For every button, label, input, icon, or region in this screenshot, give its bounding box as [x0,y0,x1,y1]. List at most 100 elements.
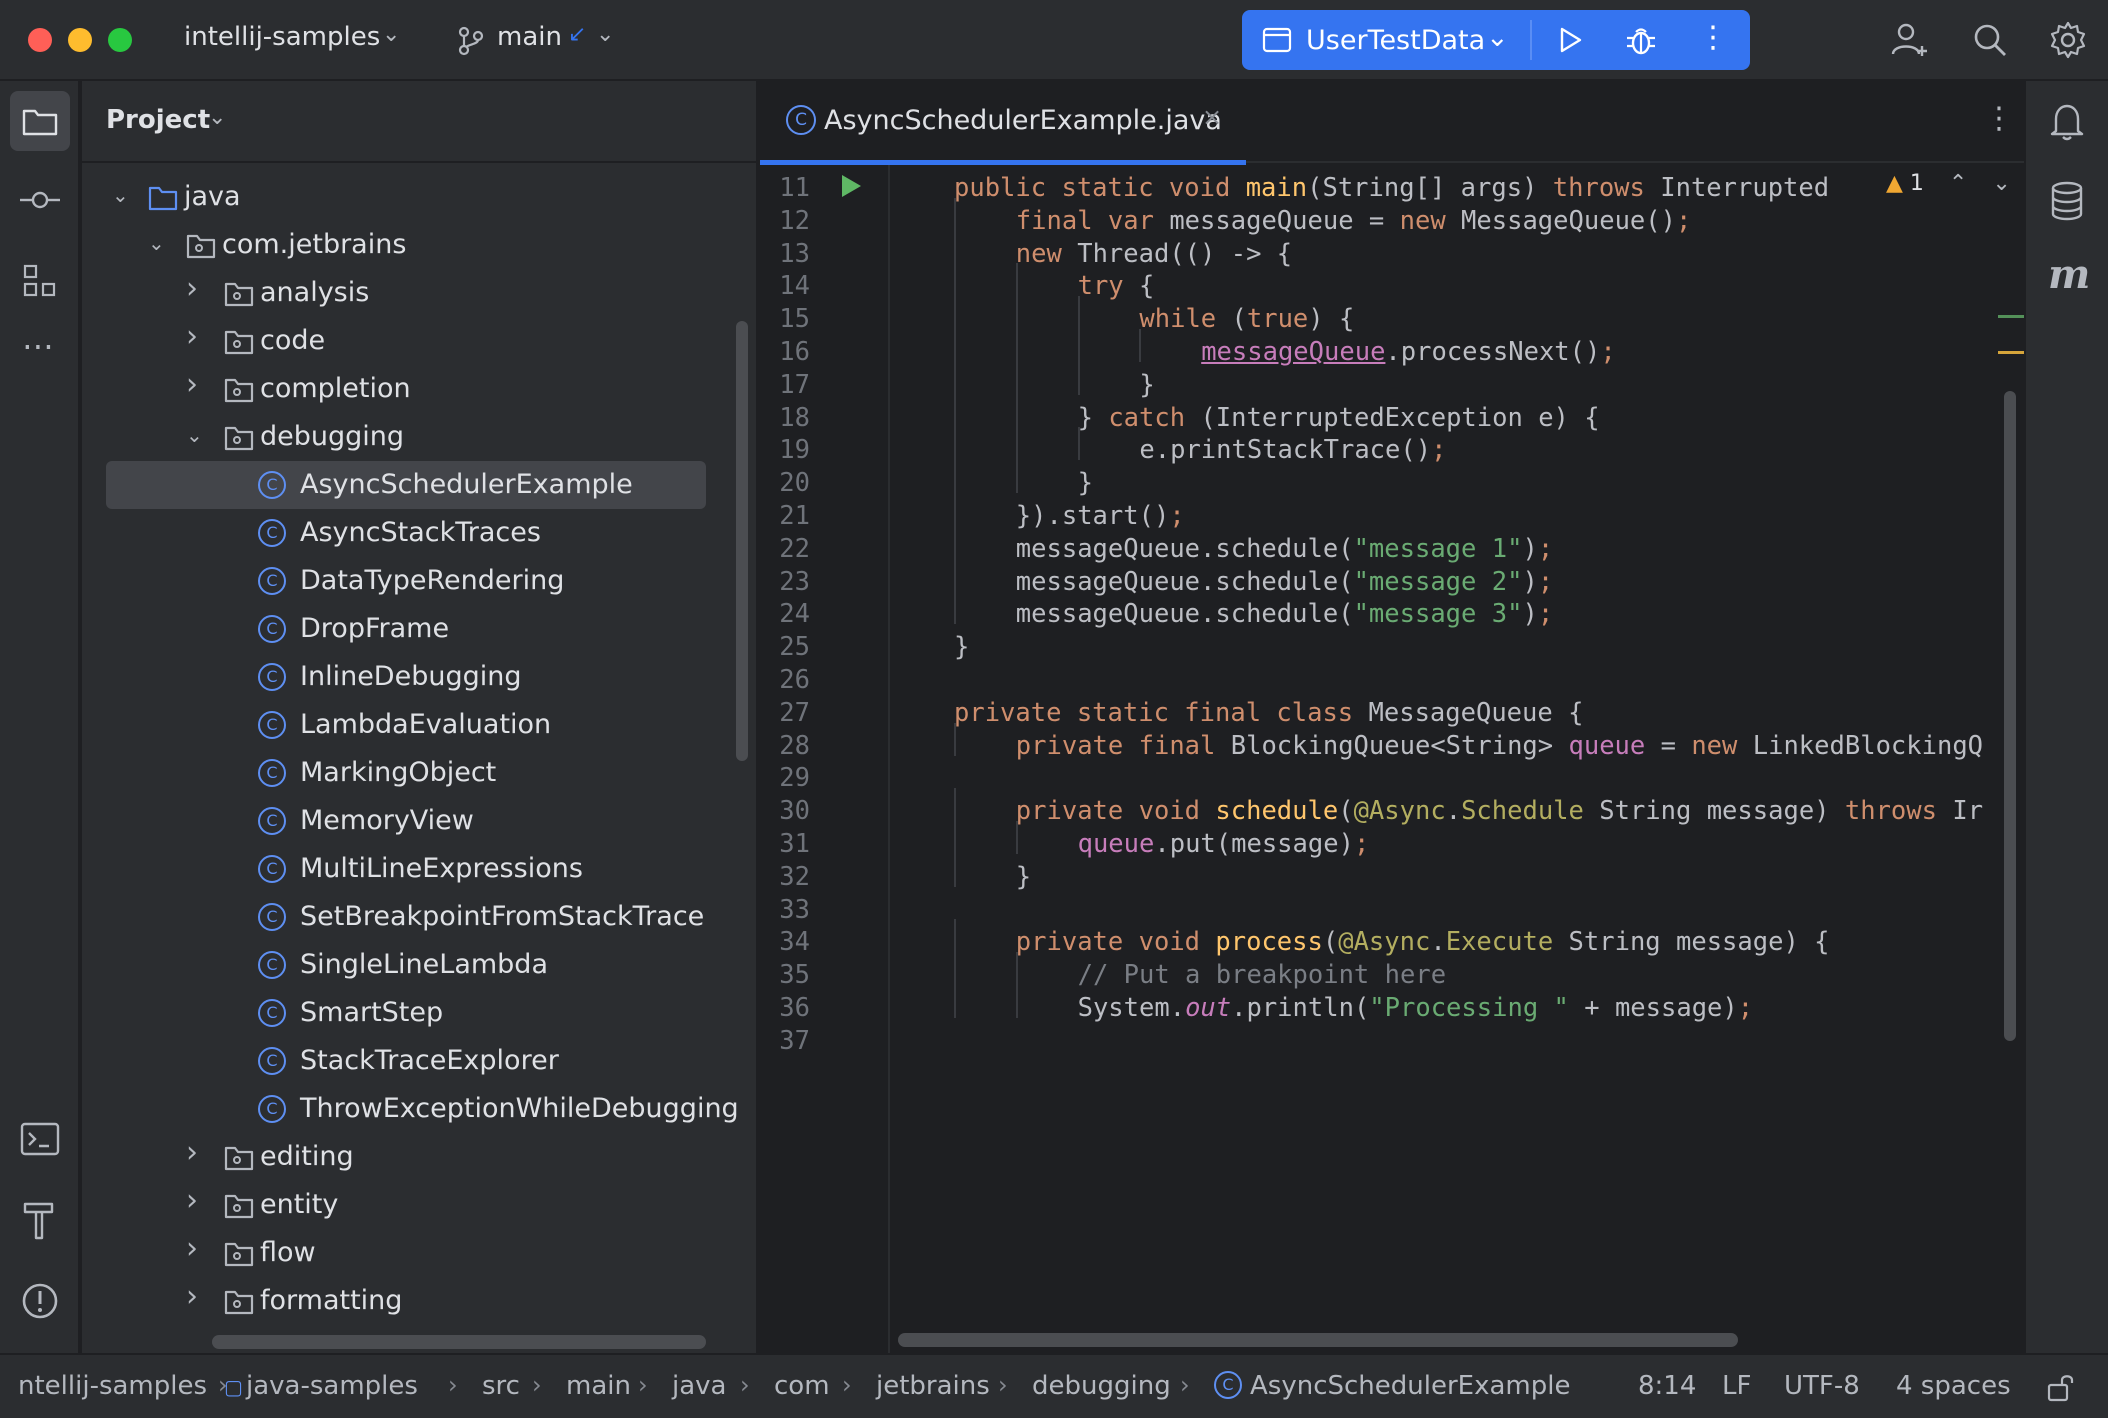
tree-item-class[interactable]: C MemoryView [82,797,758,845]
database-icon[interactable] [2050,181,2084,221]
debug-icon[interactable] [1624,24,1658,58]
breadcrumb-item[interactable]: AsyncSchedulerExample [1250,1371,1570,1401]
project-view-selector[interactable]: Project [106,105,210,135]
search-icon[interactable] [1970,20,2010,60]
tree-item-folder[interactable]: ⌄ debugging [82,413,758,461]
tree-item-class[interactable]: C DropFrame [82,605,758,653]
run-icon[interactable] [1554,24,1586,56]
tree-item-class[interactable]: C SetBreakpointFromStackTrace [82,893,758,941]
breadcrumb-item[interactable]: main [566,1371,631,1401]
tree-item-folder[interactable]: › editing [82,1133,758,1181]
breadcrumb-item[interactable]: jetbrains [876,1371,990,1401]
tree-item-folder[interactable]: › code [82,317,758,365]
build-hammer-icon[interactable] [22,1199,58,1241]
chevron-right-icon[interactable]: › [186,1279,198,1314]
minimize-window-button[interactable] [68,28,92,52]
problems-icon[interactable] [20,1281,60,1321]
breadcrumb-item[interactable]: src [482,1371,520,1401]
package-folder-icon [186,234,216,259]
close-tab-icon[interactable]: × [1202,103,1222,131]
tree-item-folder[interactable]: › entity [82,1181,758,1229]
chevron-down-icon[interactable]: ⌄ [112,183,129,207]
breadcrumb-item[interactable]: debugging [1032,1371,1171,1401]
tree-item-label: com.jetbrains [222,229,407,260]
indent-settings[interactable]: 4 spaces [1896,1371,2011,1401]
inspection-widget[interactable]: ▲ 1 ⌃ ⌄ [1886,171,2011,196]
more-actions-icon[interactable]: ⋮ [1698,20,1728,55]
tree-item-folder[interactable]: › flow [82,1229,758,1277]
indent-guide [1015,460,1018,494]
tree-item-label: analysis [260,277,370,308]
editor-tab-options-icon[interactable]: ⋮ [1984,101,2014,136]
tree-item-class[interactable]: C ThrowExceptionWhileDebugging [82,1085,758,1133]
chevron-down-icon[interactable]: ⌄ [148,231,165,255]
tree-item-class[interactable]: C MultiLineExpressions [82,845,758,893]
close-window-button[interactable] [28,28,52,52]
java-class-icon: C [258,567,286,595]
tree-item-class[interactable]: C MarkingObject [82,749,758,797]
chevron-right-icon: › [532,1371,542,1399]
tree-item-class[interactable]: C AsyncStackTraces [82,509,758,557]
tree-item-class[interactable]: C SingleLineLambda [82,941,758,989]
tree-item-folder[interactable]: › analysis [82,269,758,317]
tree-item-class[interactable]: C DataTypeRendering [82,557,758,605]
tree-item-label: DropFrame [300,613,450,644]
branch-switcher[interactable]: main [497,22,562,52]
tree-item-folder[interactable]: ⌄ java [82,173,758,221]
tree-item-folder[interactable]: ⌄ com.jetbrains [82,221,758,269]
settings-gear-icon[interactable] [2048,20,2088,60]
chevron-right-icon[interactable]: › [186,1135,198,1170]
structure-icon[interactable] [22,263,58,299]
indent-guide [954,197,956,231]
read-only-lock-icon[interactable] [2046,1371,2076,1403]
tree-item-label: java [184,181,241,212]
tree-item-class[interactable]: C AsyncSchedulerExample [82,461,758,509]
line-number[interactable]: 37 [748,1026,810,1056]
chevron-down-icon: ⌄ [208,105,227,130]
chevron-down-icon[interactable]: ⌄ [186,423,203,447]
chevron-right-icon[interactable]: › [186,1231,198,1266]
project-switcher[interactable]: intellij-samples [184,22,380,52]
next-highlight-icon[interactable]: ⌄ [1992,171,2010,196]
project-vertical-scrollbar[interactable] [736,321,748,761]
chevron-right-icon[interactable]: › [186,367,198,402]
previous-highlight-icon[interactable]: ⌃ [1949,171,1967,196]
chevron-right-icon[interactable]: › [186,1183,198,1218]
error-stripe-mark-yellow[interactable] [1998,351,2024,354]
line-separator[interactable]: LF [1722,1371,1751,1401]
commit-icon[interactable] [18,185,62,215]
indent-guide [1015,329,1018,362]
chevron-right-icon[interactable]: › [186,271,198,306]
maximize-window-button[interactable] [108,28,132,52]
breadcrumb-item[interactable]: com [774,1371,830,1401]
editor-tab[interactable]: C AsyncSchedulerExample.java × [760,81,1246,165]
editor-horizontal-scrollbar[interactable] [898,1333,1738,1347]
notifications-bell-icon[interactable] [2048,101,2086,141]
indent-guide [1015,263,1018,297]
tree-item-class[interactable]: C InlineDebugging [82,653,758,701]
chevron-right-icon[interactable]: › [186,319,198,354]
file-encoding[interactable]: UTF-8 [1784,1371,1860,1401]
add-user-icon[interactable] [1890,20,1930,60]
indent-guide [954,296,956,330]
project-horizontal-scrollbar[interactable] [212,1335,706,1349]
tree-item-class[interactable]: C LambdaEvaluation [82,701,758,749]
indent-guide [1015,394,1018,428]
run-gutter-icon[interactable] [838,173,864,199]
indent-guide [1015,427,1018,461]
breadcrumb-item[interactable]: java-samples [246,1371,418,1401]
maven-icon[interactable]: m [2048,251,2090,298]
caret-position[interactable]: 8:14 [1638,1371,1696,1401]
more-tool-windows-icon[interactable]: ⋯ [22,327,54,365]
breadcrumb-item[interactable]: java [672,1371,726,1401]
terminal-icon[interactable] [20,1121,60,1157]
editor-vertical-scrollbar[interactable] [2004,391,2016,1041]
tree-item-folder[interactable]: › formatting [82,1277,758,1325]
code-line[interactable]: 37 [760,1018,2024,1062]
tree-item-class[interactable]: C SmartStep [82,989,758,1037]
breadcrumb-item[interactable]: ntellij-samples [18,1371,207,1401]
run-configuration-selector[interactable]: UserTestData [1306,25,1485,56]
tree-item-folder[interactable]: › completion [82,365,758,413]
error-stripe-mark-green[interactable] [1998,315,2024,318]
tree-item-class[interactable]: C StackTraceExplorer [82,1037,758,1085]
